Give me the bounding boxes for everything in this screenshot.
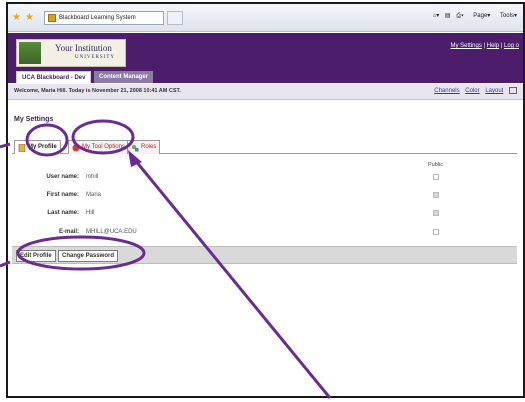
feeds-icon[interactable]: ▤ <box>445 13 451 19</box>
tab-my-tool-options-label: My Tool Options <box>82 144 125 150</box>
settings-subtabs: My Profile My Tool Options Roles <box>12 138 517 154</box>
logout-link[interactable]: Log o <box>504 43 519 49</box>
tool-options-icon <box>72 144 80 152</box>
favorites-star-icon[interactable]: ★ <box>12 13 22 23</box>
tab-my-profile[interactable]: My Profile <box>14 140 61 154</box>
main-tab-row: UCA Blackboard - Dev Content Manager <box>8 69 523 83</box>
my-settings-link[interactable]: My Settings <box>450 43 481 49</box>
welcome-bar: Welcome, Maria Hill. Today is November 2… <box>8 84 523 100</box>
public-checkbox[interactable] <box>433 210 439 216</box>
browser-tab[interactable]: Blackboard Learning System <box>44 11 164 25</box>
browser-window: ★ ★ Blackboard Learning System ⌂▾ ▤ ⎙▾ P… <box>6 2 525 398</box>
institution-banner: Your Institution UNIVERSITY My Settings … <box>8 33 523 69</box>
new-tab-button[interactable] <box>167 11 183 25</box>
page-favicon-icon <box>48 14 56 22</box>
public-checkbox[interactable] <box>433 174 439 180</box>
tab-my-profile-label: My Profile <box>28 144 57 150</box>
home-icon[interactable] <box>509 87 517 94</box>
crest-icon <box>19 42 41 64</box>
channels-link[interactable]: Channels <box>434 88 459 94</box>
public-column-header: Public <box>428 162 443 168</box>
profile-action-bar: Edit Profile Change Password <box>12 246 517 264</box>
profile-field-email: E-mail: MHILL@UCA.EDU <box>14 226 484 240</box>
browser-command-bar: ⌂▾ ▤ ⎙▾ Page▾ Tools▾ <box>429 12 517 20</box>
field-label: Last name: <box>47 210 79 216</box>
change-password-button[interactable]: Change Password <box>58 250 119 262</box>
edit-profile-button[interactable]: Edit Profile <box>16 250 56 262</box>
home-icon[interactable]: ⌂▾ <box>433 13 440 19</box>
help-link[interactable]: Help <box>487 43 499 49</box>
field-value: mhill <box>86 174 99 180</box>
page-title: My Settings <box>14 116 54 123</box>
layout-link[interactable]: Layout <box>485 88 503 94</box>
field-label: First name: <box>46 192 79 198</box>
profile-icon <box>18 144 26 152</box>
profile-field-last-name: Last name: Hill <box>14 207 484 221</box>
print-icon[interactable]: ⎙▾ <box>456 13 463 19</box>
tools-menu[interactable]: Tools▾ <box>496 13 517 19</box>
browser-toolbar: ★ ★ Blackboard Learning System ⌂▾ ▤ ⎙▾ P… <box>8 4 523 32</box>
profile-field-username: User name: mhill <box>14 171 484 185</box>
field-label: E-mail: <box>58 229 79 235</box>
field-value: Maria <box>86 192 102 198</box>
field-label: User name: <box>46 174 79 180</box>
page-menu[interactable]: Page▾ <box>469 13 490 19</box>
institution-subname: UNIVERSITY <box>75 55 115 60</box>
profile-field-first-name: First name: Maria <box>14 189 484 203</box>
tab-roles-label: Roles <box>141 144 157 150</box>
tab-my-tool-options[interactable]: My Tool Options <box>68 140 129 154</box>
institution-logo: Your Institution UNIVERSITY <box>16 39 126 67</box>
field-value: Hill <box>86 210 95 216</box>
browser-tab-title: Blackboard Learning System <box>59 15 136 21</box>
field-value: MHILL@UCA.EDU <box>86 229 137 235</box>
screenshot-stage: ★ ★ Blackboard Learning System ⌂▾ ▤ ⎙▾ P… <box>0 0 525 402</box>
public-checkbox[interactable] <box>433 229 439 235</box>
public-checkbox[interactable] <box>433 192 439 198</box>
welcome-message: Welcome, Maria Hill. Today is November 2… <box>14 88 181 94</box>
add-favorite-icon[interactable]: ★ <box>25 13 35 23</box>
institution-name: Your Institution <box>55 43 112 53</box>
tab-course[interactable]: UCA Blackboard - Dev <box>16 71 92 83</box>
top-links: My Settings | Help | Log o <box>450 43 519 49</box>
module-links: Channels Color Layout <box>430 87 517 94</box>
tab-roles[interactable]: Roles <box>127 140 161 154</box>
color-link[interactable]: Color <box>465 88 479 94</box>
tab-content-manager[interactable]: Content Manager <box>94 71 154 83</box>
roles-icon <box>131 144 139 152</box>
